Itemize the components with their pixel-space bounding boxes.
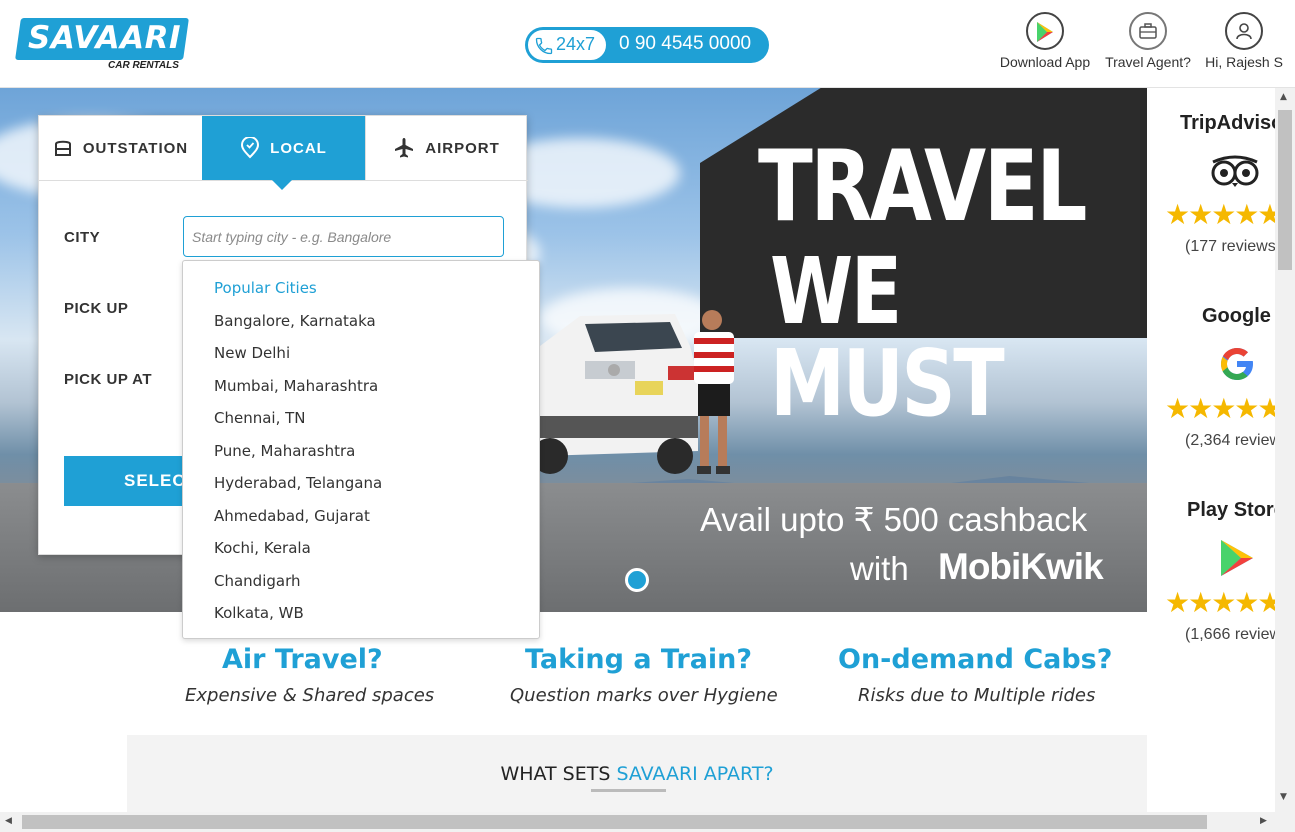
city-option[interactable]: New Delhi: [214, 344, 290, 362]
logo-subtitle: CAR RENTALS: [108, 60, 179, 71]
phone-icon: [535, 37, 553, 55]
mobikwik-logo: MobiKwik: [938, 546, 1104, 587]
feature-title-cabs: On-demand Cabs?: [838, 644, 1113, 675]
tab-airport-label: AIRPORT: [425, 139, 500, 157]
city-option[interactable]: Chandigarh: [214, 572, 301, 590]
logo-text: SAVAARI: [28, 20, 181, 56]
savaari-logo[interactable]: SAVAARI CAR RENTALS: [15, 18, 189, 74]
feature-subtitle-cabs: Risks due to Multiple rides: [858, 685, 1096, 706]
feature-subtitle-air: Expensive & Shared spaces: [185, 685, 435, 706]
city-option[interactable]: Kolkata, WB: [214, 604, 304, 622]
google-g-icon: [1221, 348, 1253, 380]
play-store-title: Play Store: [1187, 499, 1275, 521]
tripadvisor-title: TripAdvisor: [1180, 112, 1275, 134]
city-option[interactable]: Pune, Maharashtra: [214, 442, 355, 460]
download-app-label: Download App: [999, 54, 1091, 70]
section-heading: WHAT SETS SAVAARI APART?: [127, 763, 1147, 785]
feature-title-air: Air Travel?: [222, 644, 383, 675]
google-stars: ★★★★★: [1165, 392, 1275, 425]
feature-title-train: Taking a Train?: [525, 644, 753, 675]
user-greeting: Hi, Rajesh S: [1205, 54, 1283, 70]
tab-outstation[interactable]: OUTSTATION: [39, 116, 202, 180]
briefcase-icon: [1129, 12, 1167, 50]
city-input[interactable]: [183, 216, 504, 257]
feature-subtitle-train: Question marks over Hygiene: [510, 685, 778, 706]
banner-headline-line2: WE MUST: [770, 238, 1005, 437]
tab-local[interactable]: LOCAL: [202, 116, 365, 180]
travel-agent-link[interactable]: Travel Agent?: [1102, 12, 1194, 70]
cashback-offer-text: Avail upto ₹ 500 cashback: [700, 501, 1088, 538]
site-header: SAVAARI CAR RENTALS 24x7 0 90 4545 0000: [0, 0, 1295, 88]
city-label: CITY: [64, 229, 101, 246]
tab-airport[interactable]: AIRPORT: [365, 116, 528, 180]
offer-with-text: with: [850, 550, 909, 587]
popular-cities-heading: Popular Cities: [214, 279, 317, 297]
user-account-menu[interactable]: Hi, Rajesh S: [1203, 12, 1285, 70]
page: SAVAARI CAR RENTALS 24x7 0 90 4545 0000: [0, 0, 1295, 832]
support-hours-text: 24x7: [556, 34, 596, 54]
city-option[interactable]: Bangalore, Karnataka: [214, 312, 376, 330]
travel-agent-label: Travel Agent?: [1105, 54, 1191, 70]
airplane-icon: [395, 138, 414, 158]
vertical-scrollbar[interactable]: ▲ ▼: [1275, 88, 1295, 812]
trip-type-tabs: OUTSTATION LOCAL AIRPORT: [39, 116, 528, 190]
scroll-up-arrow-icon[interactable]: ▲: [1280, 92, 1287, 102]
person-illustration: [694, 310, 734, 474]
tripadvisor-review-count: (177 reviews): [1185, 238, 1275, 255]
scroll-right-arrow-icon[interactable]: ▶: [1260, 816, 1267, 826]
play-store-stars: ★★★★★: [1165, 586, 1275, 619]
pickup-at-label: PICK UP AT: [64, 371, 153, 388]
horizontal-scrollbar[interactable]: ◀ ▶: [0, 812, 1295, 832]
google-review-count: (2,364 reviews): [1185, 432, 1275, 449]
phone-support-badge[interactable]: 24x7 0 90 4545 0000: [525, 27, 769, 63]
download-app-link[interactable]: Download App: [995, 12, 1095, 70]
what-sets-apart-section: WHAT SETS SAVAARI APART?: [127, 735, 1147, 815]
user-icon: [1225, 12, 1263, 50]
pickup-label: PICK UP: [64, 300, 129, 317]
carousel-dot-active[interactable]: [625, 568, 649, 592]
scroll-left-arrow-icon[interactable]: ◀: [5, 816, 12, 826]
play-store-icon: [1221, 540, 1253, 576]
city-option[interactable]: Mumbai, Maharashtra: [214, 377, 378, 395]
tab-local-label: LOCAL: [270, 139, 327, 157]
city-suggestions-dropdown: Popular Cities Bangalore, Karnataka New …: [182, 260, 540, 639]
location-pin-icon: [241, 137, 260, 159]
section-heading-highlight: SAVAARI APART?: [616, 763, 774, 785]
car-illustration: [540, 314, 698, 474]
city-option[interactable]: Kochi, Kerala: [214, 539, 311, 557]
car-icon: [54, 140, 71, 156]
section-heading-prefix: WHAT SETS: [500, 763, 617, 785]
play-store-icon: [1026, 12, 1064, 50]
city-option[interactable]: Ahmedabad, Gujarat: [214, 507, 370, 525]
support-phone-number[interactable]: 0 90 4545 0000: [619, 33, 751, 55]
scroll-down-arrow-icon[interactable]: ▼: [1280, 792, 1287, 802]
banner-headline-line1: TRAVEL: [758, 130, 1087, 244]
city-option[interactable]: Hyderabad, Telangana: [214, 474, 382, 492]
tripadvisor-stars: ★★★★★: [1165, 198, 1275, 231]
tab-outstation-label: OUTSTATION: [82, 139, 189, 157]
tripadvisor-owl-icon: [1211, 155, 1259, 187]
section-underline: [591, 789, 666, 792]
play-store-review-count: (1,666 reviews): [1185, 626, 1275, 643]
support-hours-pill: 24x7: [527, 29, 607, 61]
horizontal-scroll-thumb[interactable]: [22, 815, 1207, 829]
active-tab-pointer: [272, 180, 292, 190]
google-title: Google: [1202, 305, 1271, 327]
ratings-sidebar: TripAdvisor ★★★★★ (177 reviews) Google ★…: [1147, 88, 1275, 812]
city-option[interactable]: Chennai, TN: [214, 409, 306, 427]
vertical-scroll-thumb[interactable]: [1278, 110, 1292, 270]
